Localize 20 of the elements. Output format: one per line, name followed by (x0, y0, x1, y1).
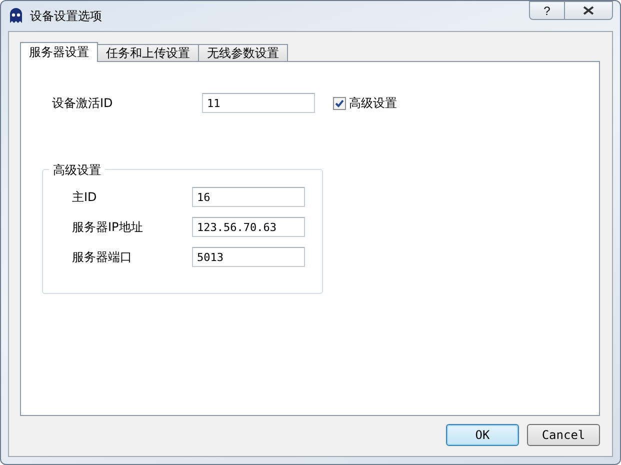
input-field[interactable]: 16 (192, 187, 305, 207)
tab[interactable]: 无线参数设置 (198, 44, 288, 61)
close-button[interactable] (565, 1, 613, 20)
close-icon (583, 6, 594, 15)
field-label: 服务器IP地址 (72, 218, 144, 236)
tab[interactable]: 任务和上传设置 (97, 44, 199, 61)
field-label: 主ID (72, 188, 98, 206)
input-field[interactable]: 123.56.70.63 (192, 217, 305, 237)
input-field[interactable]: 5013 (192, 247, 305, 267)
checkbox[interactable] (333, 96, 346, 110)
tab[interactable]: 服务器设置 (20, 42, 98, 62)
field-label: 设备激活ID (52, 94, 114, 112)
window-title: 设备设置选项 (30, 8, 102, 24)
help-button[interactable]: ? (529, 1, 565, 20)
ok-button[interactable]: OK (446, 424, 519, 446)
app-icon (8, 8, 24, 24)
field-label: 服务器端口 (72, 248, 133, 266)
input-field[interactable]: 11 (202, 93, 315, 113)
checkbox-label[interactable]: 高级设置 (349, 94, 397, 112)
cancel-button[interactable]: Cancel (527, 424, 600, 446)
